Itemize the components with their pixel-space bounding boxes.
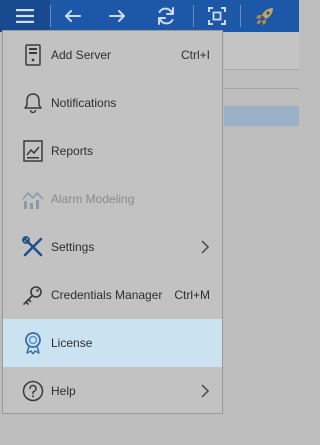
back-button[interactable] <box>51 0 95 32</box>
menu-item-notifications[interactable]: Notifications <box>3 79 222 127</box>
alarm-modeling-icon <box>21 187 45 211</box>
key-icon <box>21 283 45 307</box>
menu-item-label: Alarm Modeling <box>51 192 135 206</box>
rocket-button[interactable] <box>241 0 289 32</box>
main-menu-dropdown: Add Server Ctrl+I Notifications Reports <box>2 30 223 414</box>
menu-item-label: Help <box>51 384 76 398</box>
background-selected-row <box>224 106 299 126</box>
bell-icon <box>21 91 45 115</box>
menu-item-label: Notifications <box>51 96 117 110</box>
menu-item-settings[interactable]: Settings <box>3 223 222 271</box>
wrench-screwdriver-icon <box>21 235 45 259</box>
background-divider <box>224 88 299 89</box>
background-panel-header <box>224 32 299 70</box>
menu-item-reports[interactable]: Reports <box>3 127 222 175</box>
hamburger-menu-button[interactable] <box>0 0 50 32</box>
menu-item-label: Reports <box>51 144 94 158</box>
menu-item-license[interactable]: License <box>3 319 222 367</box>
report-icon <box>21 139 45 163</box>
menu-item-add-server[interactable]: Add Server Ctrl+I <box>3 31 222 79</box>
menu-item-shortcut: Ctrl+M <box>174 288 210 302</box>
menu-item-alarm-modeling: Alarm Modeling <box>3 175 222 223</box>
fit-screen-icon <box>208 7 226 25</box>
menu-item-label: Settings <box>51 240 95 254</box>
menu-item-label: License <box>51 336 93 350</box>
refresh-button[interactable] <box>139 0 193 32</box>
menu-item-label: Add Server <box>51 48 112 62</box>
fit-screen-button[interactable] <box>194 0 240 32</box>
menu-item-credentials-manager[interactable]: Credentials Manager Ctrl+M <box>3 271 222 319</box>
server-icon <box>21 43 45 67</box>
help-icon <box>21 379 45 403</box>
top-toolbar <box>0 0 299 32</box>
menu-item-help[interactable]: Help <box>3 367 222 415</box>
forward-button[interactable] <box>95 0 139 32</box>
menu-item-shortcut: Ctrl+I <box>180 48 210 62</box>
back-arrow-icon <box>65 10 81 22</box>
forward-arrow-icon <box>109 10 125 22</box>
license-award-icon <box>21 331 45 355</box>
rocket-icon <box>256 8 273 25</box>
menu-item-label: Credentials Manager <box>51 288 163 302</box>
refresh-icon <box>158 7 174 25</box>
chevron-right-icon <box>201 240 210 254</box>
hamburger-menu-icon <box>16 9 34 23</box>
chevron-right-icon <box>201 384 210 398</box>
